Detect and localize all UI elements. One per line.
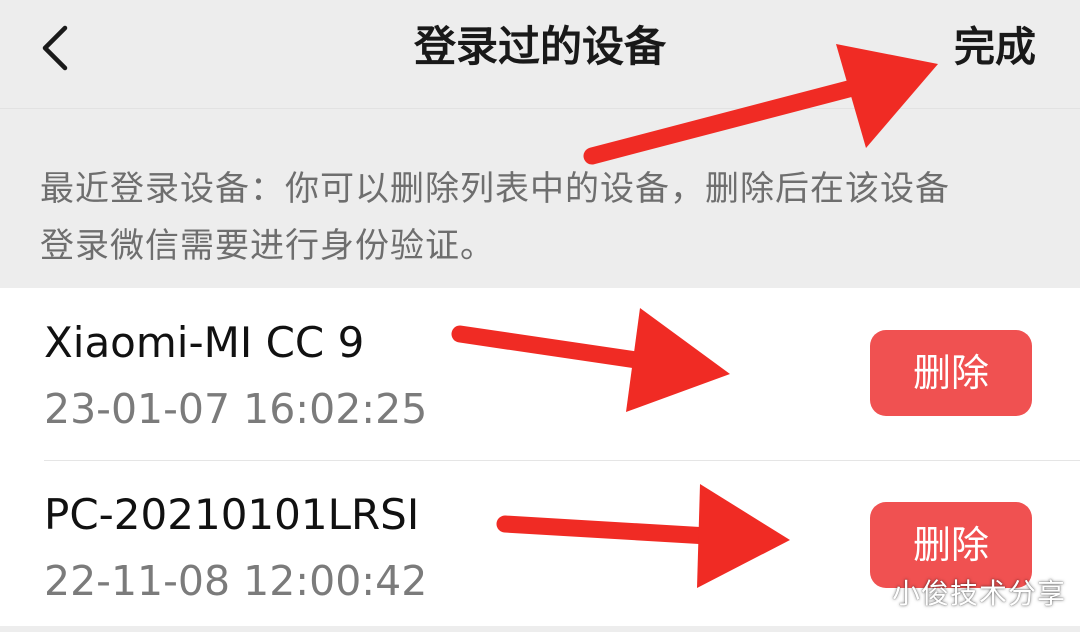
delete-device-button[interactable]: 删除 bbox=[870, 502, 1032, 588]
device-row: PC-20210101LRSI 22-11-08 12:00:42 删除 bbox=[0, 460, 1080, 632]
device-login-time: 22-11-08 12:00:42 bbox=[44, 557, 428, 605]
description-text: 最近登录设备：你可以删除列表中的设备，删除后在该设备 登录微信需要进行身份验证。 bbox=[40, 161, 1040, 275]
chevron-left-icon bbox=[42, 25, 68, 71]
device-login-time: 23-01-07 16:02:25 bbox=[44, 385, 428, 433]
page-title: 登录过的设备 bbox=[413, 22, 666, 71]
device-row: Xiaomi-MI CC 9 23-01-07 16:02:25 删除 bbox=[0, 288, 1080, 460]
device-name: Xiaomi-MI CC 9 bbox=[44, 318, 365, 367]
description-line-1: 最近登录设备：你可以删除列表中的设备，删除后在该设备 bbox=[40, 169, 950, 209]
nav-bar: 登录过的设备 完成 bbox=[0, 0, 1080, 109]
done-button[interactable]: 完成 bbox=[954, 18, 1036, 76]
back-button[interactable] bbox=[30, 18, 80, 78]
device-list: Xiaomi-MI CC 9 23-01-07 16:02:25 删除 PC-2… bbox=[0, 288, 1080, 626]
device-name: PC-20210101LRSI bbox=[44, 490, 420, 539]
description-line-2: 登录微信需要进行身份验证。 bbox=[40, 226, 495, 266]
delete-device-button[interactable]: 删除 bbox=[870, 330, 1032, 416]
